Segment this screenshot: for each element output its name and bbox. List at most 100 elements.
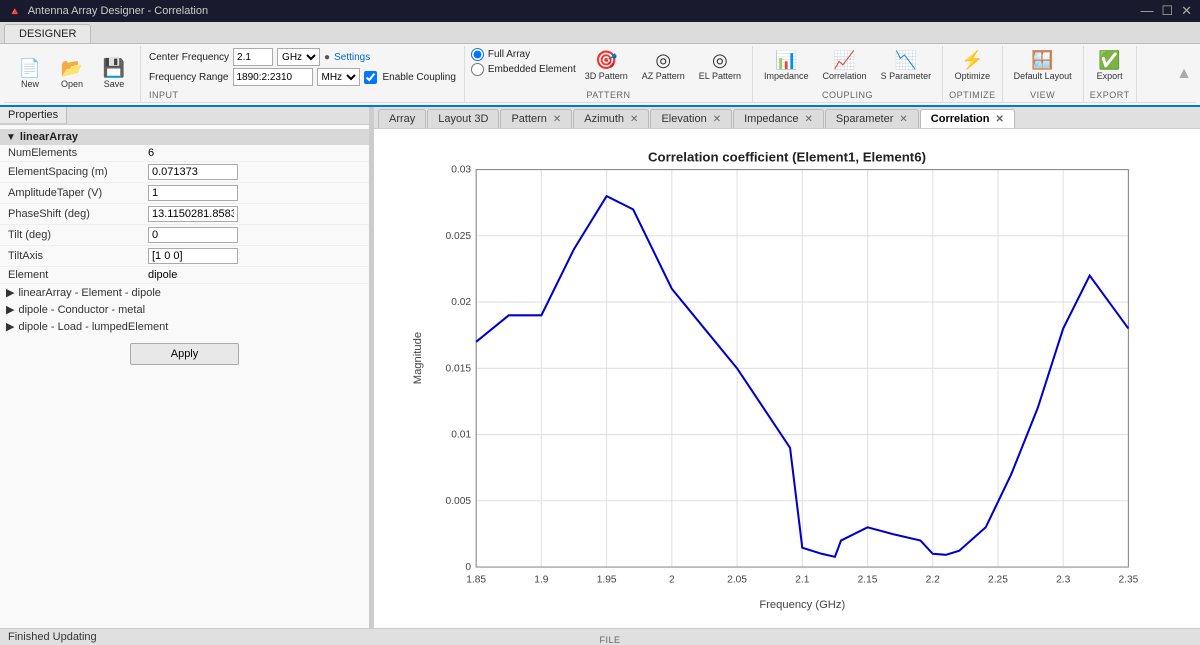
sparameter-icon: 📉 (895, 51, 917, 69)
sparameter-button[interactable]: 📉 S Parameter (876, 48, 937, 84)
properties-tab[interactable]: Properties (0, 107, 67, 124)
prop-value: dipole (140, 267, 369, 284)
phaseshift-input[interactable] (148, 206, 238, 222)
dipole-load-section[interactable]: ▶ dipole - Load - lumpedElement (0, 318, 369, 335)
dipole-conductor-section[interactable]: ▶ dipole - Conductor - metal (0, 301, 369, 318)
svg-text:2.3: 2.3 (1056, 574, 1070, 585)
apply-button[interactable]: Apply (130, 343, 240, 365)
svg-text:0.025: 0.025 (446, 231, 472, 242)
linear-array-arrow: ▼ (6, 132, 16, 143)
minimize-button[interactable]: — (1140, 3, 1153, 19)
tab-sparameter-close[interactable]: ✕ (899, 114, 907, 125)
impedance-icon: 📊 (775, 51, 797, 69)
full-array-radio[interactable] (471, 48, 484, 61)
tab-correlation[interactable]: Correlation ✕ (920, 109, 1015, 128)
optimize-button[interactable]: ⚡ Optimize (950, 48, 996, 84)
designer-tab-button[interactable]: DESIGNER (4, 24, 91, 43)
impedance-button[interactable]: 📊 Impedance (759, 48, 814, 84)
chart-area: Correlation coefficient (Element1, Eleme… (374, 129, 1200, 628)
tab-elevation[interactable]: Elevation ✕ (650, 109, 732, 128)
export-button[interactable]: ✅ Export (1090, 48, 1130, 84)
section-arrow: ▶ (6, 286, 14, 299)
tab-impedance[interactable]: Impedance ✕ (733, 109, 824, 128)
y-axis-labels: 0 0.005 0.01 0.015 0.02 0.025 0.03 (446, 165, 472, 573)
section-arrow: ▶ (6, 320, 14, 333)
svg-text:2.2: 2.2 (926, 574, 940, 585)
freq-range-unit-select[interactable]: MHz GHz (317, 68, 360, 86)
tab-impedance-close[interactable]: ✕ (805, 114, 813, 125)
el-pattern-icon: ◎ (712, 51, 728, 69)
optimize-group: ⚡ Optimize OPTIMIZE (943, 46, 1003, 102)
table-row: AmplitudeTaper (V) (0, 183, 369, 204)
linear-array-header[interactable]: ▼ linearArray (0, 129, 369, 145)
coupling-group: 📊 Impedance 📈 Correlation 📉 S Parameter … (753, 46, 943, 102)
save-icon: 💾 (103, 59, 125, 77)
export-icon: ✅ (1098, 51, 1120, 69)
tab-sparameter[interactable]: Sparameter ✕ (825, 109, 919, 128)
tilt-input[interactable] (148, 227, 238, 243)
close-button[interactable]: ✕ (1181, 3, 1192, 19)
svg-text:2.25: 2.25 (988, 574, 1008, 585)
full-array-label: Full Array (488, 49, 530, 60)
enable-coupling-label: Enable Coupling (383, 72, 456, 83)
embedded-element-radio[interactable] (471, 63, 484, 76)
svg-text:1.85: 1.85 (466, 574, 486, 585)
prop-label: Element (0, 267, 140, 284)
tab-azimuth[interactable]: Azimuth ✕ (573, 109, 649, 128)
tab-impedance-label: Impedance (744, 113, 798, 125)
prop-value: 6 (140, 145, 369, 162)
svg-text:2.05: 2.05 (727, 574, 747, 585)
tab-layout3d[interactable]: Layout 3D (427, 109, 499, 128)
tiltaxis-input[interactable] (148, 248, 238, 264)
az-pattern-button[interactable]: ◎ AZ Pattern (637, 48, 690, 84)
section-arrow: ▶ (6, 303, 14, 316)
3d-pattern-button[interactable]: 🎯 3D Pattern (580, 48, 633, 84)
tab-pattern-close[interactable]: ✕ (553, 114, 561, 125)
tab-correlation-close[interactable]: ✕ (995, 114, 1003, 125)
default-layout-button[interactable]: 🪟 Default Layout (1009, 48, 1077, 84)
table-row: NumElements 6 (0, 145, 369, 162)
save-button[interactable]: 💾 Save (94, 56, 134, 92)
ribbon-collapse-button[interactable]: ▲ (1172, 46, 1196, 102)
element-spacing-input[interactable] (148, 164, 238, 180)
open-button[interactable]: 📂 Open (52, 56, 92, 92)
center-freq-unit-select[interactable]: GHz MHz (277, 48, 320, 66)
tab-layout3d-label: Layout 3D (438, 113, 488, 125)
tab-azimuth-close[interactable]: ✕ (630, 114, 638, 125)
table-row: Tilt (deg) (0, 225, 369, 246)
svg-text:0: 0 (465, 562, 471, 573)
svg-text:2.15: 2.15 (858, 574, 878, 585)
view-group: 🪟 Default Layout VIEW (1003, 46, 1084, 102)
freq-range-input[interactable] (233, 68, 313, 86)
table-row: ElementSpacing (m) (0, 162, 369, 183)
linear-array-element-section[interactable]: ▶ linearArray - Element - dipole (0, 284, 369, 301)
prop-label: PhaseShift (deg) (0, 204, 140, 225)
new-icon: 📄 (19, 59, 41, 77)
window-title: Antenna Array Designer - Correlation (28, 5, 1141, 17)
el-pattern-button[interactable]: ◎ EL Pattern (694, 48, 746, 84)
amplitude-taper-input[interactable] (148, 185, 238, 201)
export-group: ✅ Export EXPORT (1084, 46, 1137, 102)
ribbon: 📄 New 📂 Open 💾 Save FILE Center Frequenc… (0, 44, 1200, 107)
prop-label: Tilt (deg) (0, 225, 140, 246)
settings-label[interactable]: Settings (334, 52, 370, 63)
table-row: TiltAxis (0, 246, 369, 267)
tab-pattern[interactable]: Pattern ✕ (500, 109, 572, 128)
maximize-button[interactable]: ☐ (1161, 3, 1173, 19)
svg-text:2.35: 2.35 (1119, 574, 1139, 585)
x-axis-labels: 1.85 1.9 1.95 2 2.05 2.1 2.15 2.2 2.25 2… (466, 574, 1138, 585)
tab-array[interactable]: Array (378, 109, 426, 128)
tab-elevation-close[interactable]: ✕ (713, 114, 721, 125)
svg-text:2.1: 2.1 (795, 574, 809, 585)
center-freq-input[interactable] (233, 48, 273, 66)
prop-label: AmplitudeTaper (V) (0, 183, 140, 204)
correlation-button[interactable]: 📈 Correlation (818, 48, 872, 84)
tab-correlation-label: Correlation (931, 113, 990, 125)
new-button[interactable]: 📄 New (10, 56, 50, 92)
enable-coupling-checkbox[interactable] (364, 71, 377, 84)
tab-bar: Array Layout 3D Pattern ✕ Azimuth ✕ Elev… (374, 107, 1200, 129)
open-label: Open (61, 79, 83, 89)
default-layout-icon: 🪟 (1031, 51, 1053, 69)
x-axis-title: Frequency (GHz) (759, 599, 845, 611)
svg-text:1.9: 1.9 (534, 574, 548, 585)
